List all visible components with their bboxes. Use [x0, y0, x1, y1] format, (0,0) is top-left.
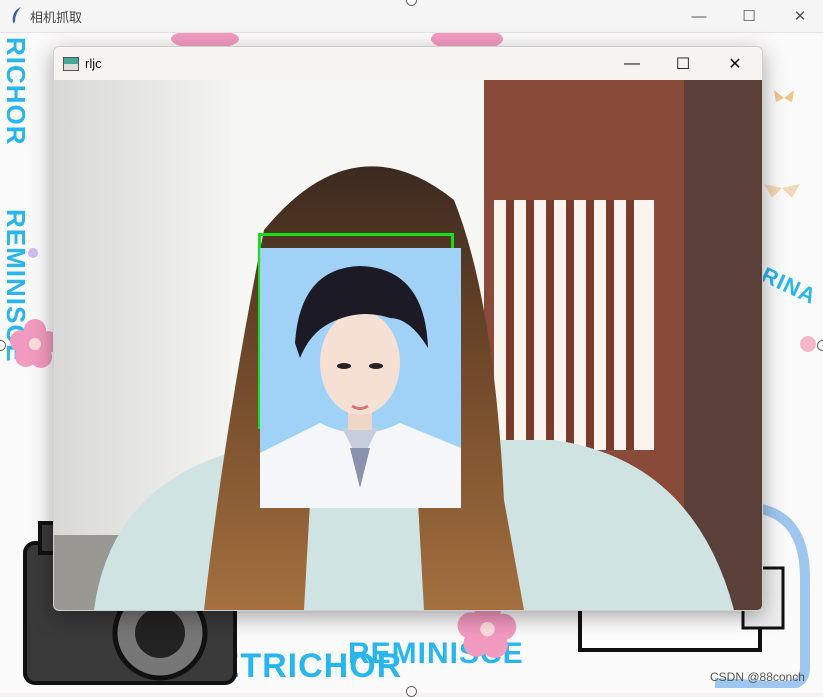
- camera-maximize-button[interactable]: ☐: [658, 47, 708, 80]
- resize-handle[interactable]: [817, 340, 823, 351]
- opencv-window-icon: [63, 57, 79, 71]
- outer-minimize-button[interactable]: —: [673, 0, 725, 32]
- camera-window: rljc — ☐ ✕: [53, 46, 763, 611]
- pink-sparkle-decoration: [800, 336, 816, 352]
- butterfly-decoration-icon: [764, 90, 800, 198]
- outer-maximize-button[interactable]: ☐: [723, 0, 775, 32]
- camera-window-titlebar: rljc — ☐ ✕: [54, 47, 762, 80]
- camera-feed-image: [54, 80, 762, 610]
- purple-sparkle-decoration: [28, 248, 38, 258]
- resize-handle[interactable]: [406, 686, 417, 697]
- outer-window-title: 相机抓取: [30, 11, 83, 26]
- wallpaper-text-richor: RICHOR: [1, 37, 31, 146]
- tk-feather-icon: [12, 7, 21, 23]
- wallpaper-text-rina: RINA: [757, 262, 821, 310]
- watermark-text: CSDN @88conch: [710, 670, 805, 684]
- outer-close-button[interactable]: ✕: [774, 0, 823, 32]
- id-photo-overlay: [260, 248, 461, 508]
- camera-window-title: rljc: [85, 56, 102, 71]
- id-portrait-illustration: [260, 266, 461, 508]
- camera-close-button[interactable]: ✕: [710, 47, 760, 80]
- camera-minimize-button[interactable]: —: [607, 47, 657, 80]
